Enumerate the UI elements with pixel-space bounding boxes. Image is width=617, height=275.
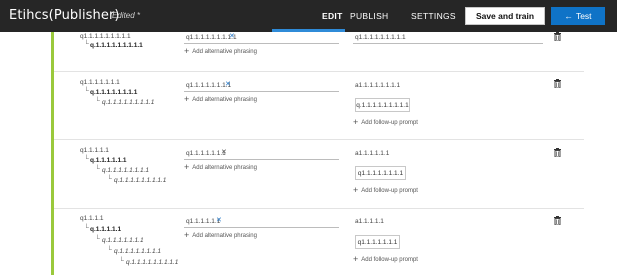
plus-icon: + xyxy=(353,254,359,264)
add-alternative-phrasing-link[interactable]: + Add alternative phrasing xyxy=(184,162,257,172)
add-alternative-phrasing-label: Add alternative phrasing xyxy=(192,49,257,55)
add-follow-up-prompt-link[interactable]: + Add follow-up prompt xyxy=(353,117,418,127)
active-tab-indicator xyxy=(272,29,345,32)
answer-text[interactable]: a1.1.1.1.1.1 xyxy=(355,150,389,157)
phrasing-underline xyxy=(184,91,339,92)
remove-phrasing-icon[interactable]: ✕ xyxy=(216,217,222,224)
row-divider xyxy=(54,208,584,209)
plus-icon: + xyxy=(184,162,190,172)
question-text: q.1.1.1.1.1.1.1.1.1 xyxy=(102,99,155,106)
question-text: q.1.1.1.1.1.1.1.1.1 xyxy=(126,259,179,266)
tree-connector-icon: └ xyxy=(84,41,89,48)
remove-phrasing-icon[interactable]: ✕ xyxy=(225,81,231,88)
top-bar: Etihcs(Publisher) Edited * EDIT PUBLISH … xyxy=(0,0,617,32)
tab-publish[interactable]: PUBLISH xyxy=(350,11,388,21)
remove-phrasing-icon[interactable]: ✕ xyxy=(229,33,235,40)
arrow-left-icon: ← xyxy=(564,11,573,21)
row-divider xyxy=(54,71,584,72)
save-and-train-button[interactable]: Save and train xyxy=(465,7,545,25)
phrasing-underline xyxy=(184,159,339,160)
question-text: q.1.1.1.1.1.1.1.1 xyxy=(102,167,149,174)
trash-icon[interactable] xyxy=(554,216,561,225)
add-alternative-phrasing-label: Add alternative phrasing xyxy=(192,165,257,171)
follow-up-prompt-chip[interactable]: q.1.1.1.1.1.1.1.1.1 xyxy=(355,98,410,112)
add-alternative-phrasing-label: Add alternative phrasing xyxy=(192,233,257,239)
add-follow-up-prompt-link[interactable]: + Add follow-up prompt xyxy=(353,254,418,264)
test-button[interactable]: ← Test xyxy=(551,7,605,25)
prompt-label: q1.1.1.1.1.1.1.1 xyxy=(357,169,404,177)
add-follow-up-prompt-link[interactable]: + Add follow-up prompt xyxy=(353,185,418,195)
question-text: q1.1.1.1.1 xyxy=(80,147,109,154)
question-text: q.1.1.1.1.1 xyxy=(90,226,122,233)
tab-settings[interactable]: SETTINGS xyxy=(411,11,456,21)
alt-phrasing-text: q1.1.1.1.1.1.1 xyxy=(186,150,226,157)
add-alternative-phrasing-link[interactable]: + Add alternative phrasing xyxy=(184,46,257,56)
trash-icon[interactable] xyxy=(554,32,561,41)
tab-edit[interactable]: EDIT xyxy=(322,11,343,21)
tree-connector-icon: └ xyxy=(95,166,100,173)
tree-connector-icon: └ xyxy=(84,225,89,232)
answer-text[interactable]: a1.1.1.1.1 xyxy=(355,218,384,225)
phrasing-underline xyxy=(184,43,339,44)
trash-icon[interactable] xyxy=(554,79,561,88)
question-text: q.1.1.1.1.1.1.1 xyxy=(102,237,144,244)
add-follow-up-prompt-label: Add follow-up prompt xyxy=(361,257,418,263)
add-alternative-phrasing-link[interactable]: + Add alternative phrasing xyxy=(184,230,257,240)
add-alternative-phrasing-label: Add alternative phrasing xyxy=(192,97,257,103)
question-text: q.1.1.1.1.1.1 xyxy=(90,157,127,164)
edited-status: Edited * xyxy=(112,11,141,20)
section-indicator xyxy=(51,32,54,275)
tree-connector-icon: └ xyxy=(84,88,89,95)
answer-underline xyxy=(353,43,543,44)
test-label: Test xyxy=(575,11,592,21)
question-text: q.1.1.1.1.1.1.1.1 xyxy=(90,89,138,96)
prompt-label: q.1.1.1.1.1.1.1.1.1 xyxy=(356,101,409,109)
save-and-train-label: Save and train xyxy=(475,11,535,21)
tree-connector-icon: └ xyxy=(107,176,112,183)
trash-icon[interactable] xyxy=(554,148,561,157)
plus-icon: + xyxy=(184,94,190,104)
tree-connector-icon: └ xyxy=(95,236,100,243)
add-follow-up-prompt-label: Add follow-up prompt xyxy=(361,188,418,194)
question-text: q1.1.1.1.1.1.1 xyxy=(80,79,120,86)
question-text: q.1.1.1.1.1.1.1.1 xyxy=(114,248,161,255)
plus-icon: + xyxy=(353,117,359,127)
phrasing-underline xyxy=(184,227,339,228)
question-text: q.1.1.1.1.1.1.1.1.1 xyxy=(114,177,167,184)
question-text: q1.1.1.1.1.1.1.1.1 xyxy=(80,33,131,40)
tree-connector-icon: └ xyxy=(95,98,100,105)
follow-up-prompt-chip[interactable]: q1.1.1.1.1.1.1 xyxy=(355,235,400,249)
row-divider xyxy=(54,139,584,140)
prompt-label: q1.1.1.1.1.1.1 xyxy=(357,238,398,246)
remove-phrasing-icon[interactable]: ✕ xyxy=(221,149,227,156)
add-alternative-phrasing-link[interactable]: + Add alternative phrasing xyxy=(184,94,257,104)
answer-text[interactable]: q1.1.1.1.1.1.1.1.1 xyxy=(355,34,406,41)
question-text: q1.1.1.1 xyxy=(80,215,104,222)
tree-connector-icon: └ xyxy=(84,156,89,163)
question-text: q.1.1.1.1.1.1.1.1.1 xyxy=(90,42,143,49)
plus-icon: + xyxy=(184,46,190,56)
tree-connector-icon: └ xyxy=(119,258,124,265)
plus-icon: + xyxy=(184,230,190,240)
follow-up-prompt-chip[interactable]: q1.1.1.1.1.1.1.1 xyxy=(355,166,406,180)
app-title: Etihcs(Publisher) xyxy=(9,8,120,23)
add-follow-up-prompt-label: Add follow-up prompt xyxy=(361,120,418,126)
tree-connector-icon: └ xyxy=(107,247,112,254)
answer-text[interactable]: a1.1.1.1.1.1.1.1 xyxy=(355,82,400,89)
plus-icon: + xyxy=(353,185,359,195)
